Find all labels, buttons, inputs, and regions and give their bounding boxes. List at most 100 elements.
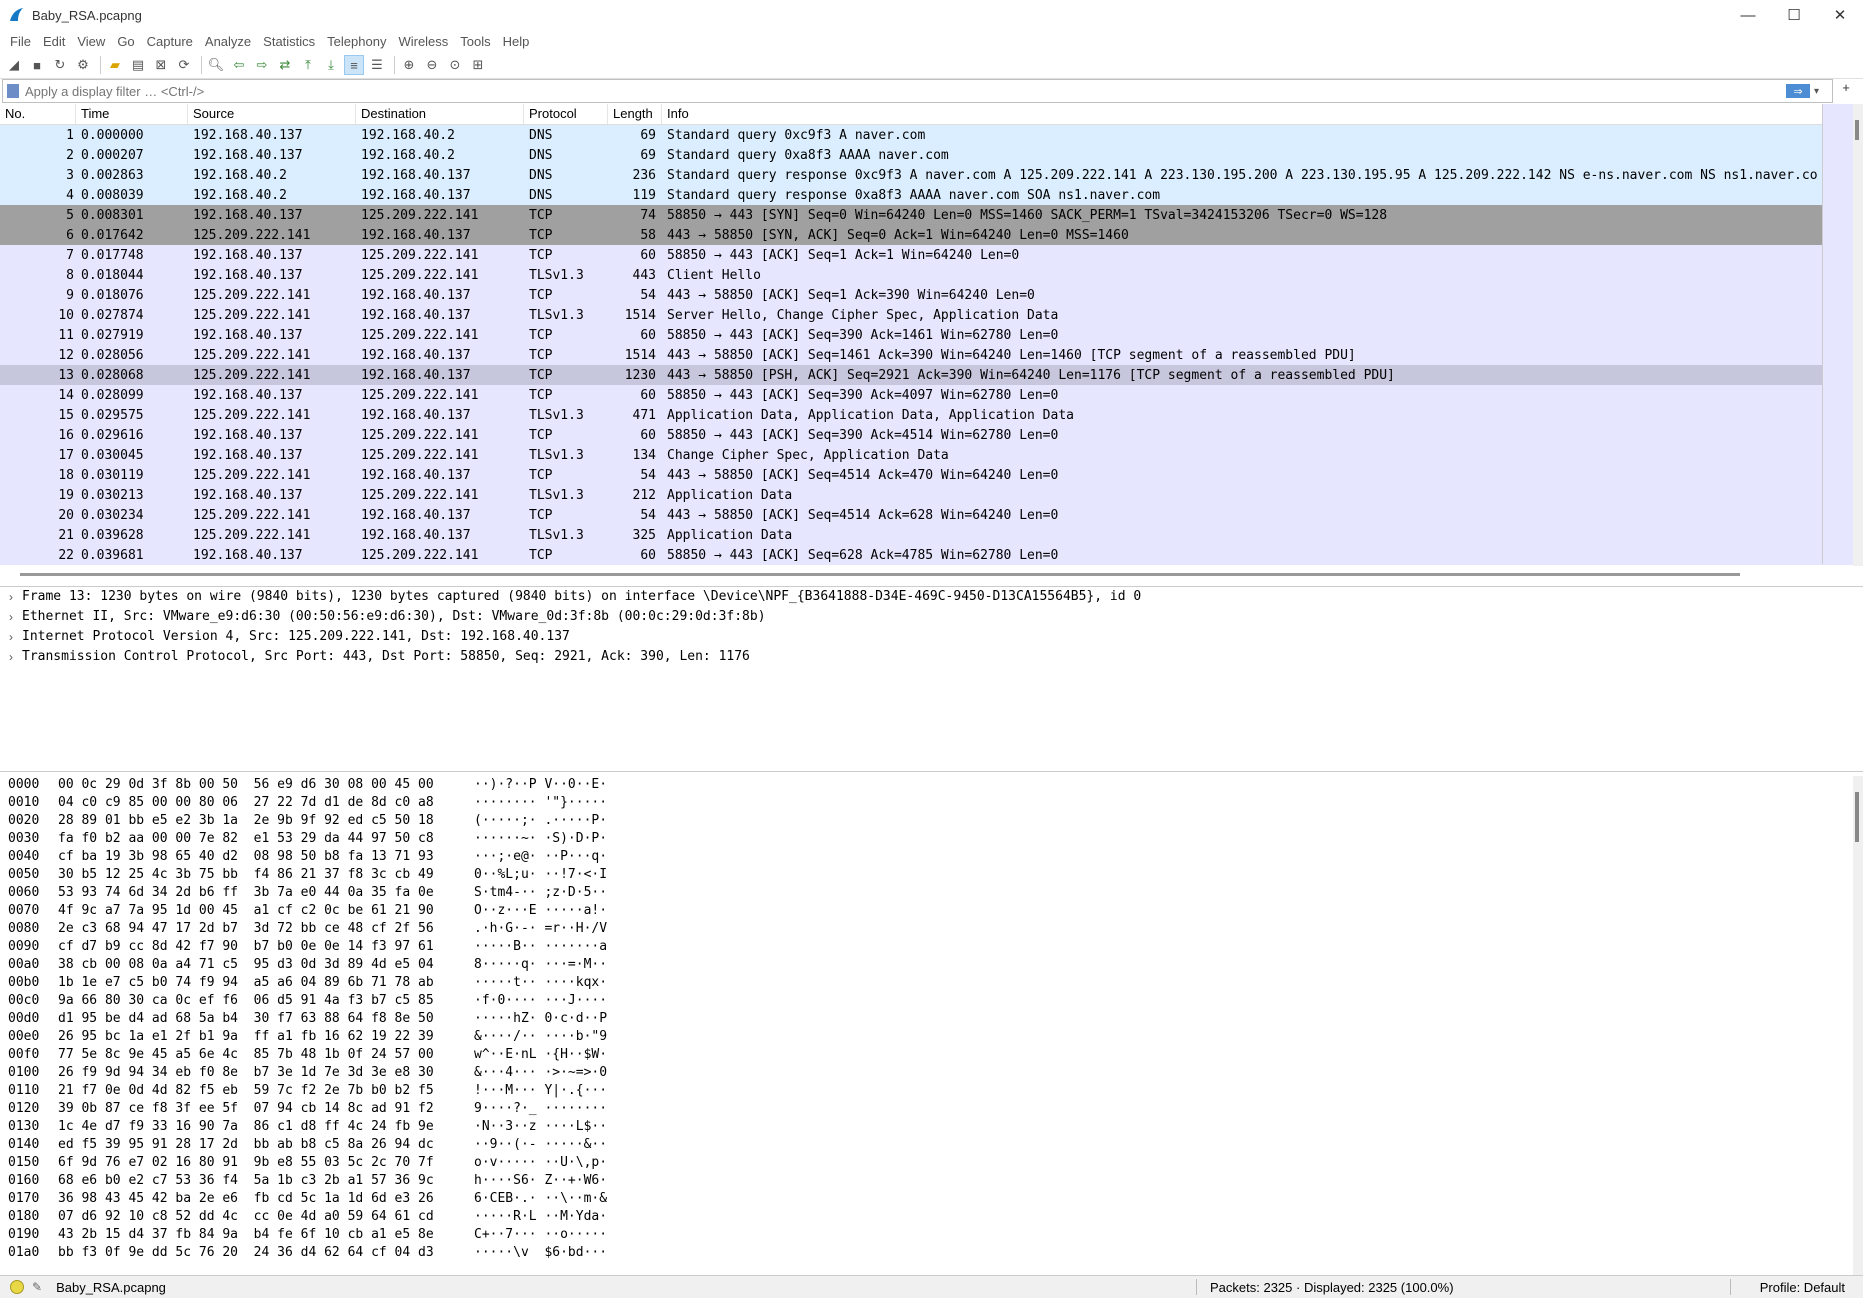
find-packet-icon[interactable]: 🔍︎ — [206, 55, 226, 75]
packet-list-scrollbar[interactable] — [1853, 104, 1863, 566]
detail-ethernet[interactable]: › Ethernet II, Src: VMware_e9:d6:30 (00:5… — [0, 607, 1863, 627]
menu-file[interactable]: File — [4, 34, 37, 49]
chevron-right-icon[interactable]: › — [0, 587, 22, 607]
column-header-source[interactable]: Source — [188, 104, 356, 124]
byte-row[interactable]: 0060 53 93 74 6d 34 2d b6 ff 3b 7a e0 44 … — [0, 884, 1863, 902]
byte-row[interactable]: 0100 26 f9 9d 94 34 eb f0 8e b7 3e 1d 7e … — [0, 1064, 1863, 1082]
byte-row[interactable]: 00c0 9a 66 80 30 ca 0c ef f6 06 d5 91 4a … — [0, 992, 1863, 1010]
detail-frame[interactable]: › Frame 13: 1230 bytes on wire (9840 bits… — [0, 587, 1863, 607]
zoom-normal-icon[interactable]: ⊙ — [445, 55, 465, 75]
byte-row[interactable]: 0120 39 0b 87 ce f8 3f ee 5f 07 94 cb 14 … — [0, 1100, 1863, 1118]
byte-row[interactable]: 00d0 d1 95 be d4 ad 68 5a b4 30 f7 63 88 … — [0, 1010, 1863, 1028]
packet-row[interactable]: 19 0.030213 192.168.40.137 125.209.222.141 T… — [0, 485, 1863, 505]
apply-filter-arrow-icon[interactable]: ⇒ — [1786, 84, 1810, 98]
go-forward-icon[interactable]: ⇨ — [252, 55, 272, 75]
packet-row[interactable]: 22 0.039681 192.168.40.137 125.209.222.141 T… — [0, 545, 1863, 565]
display-filter-input[interactable] — [23, 82, 1786, 100]
packet-row[interactable]: 6 0.017642 125.209.222.141 192.168.40.137 TC… — [0, 225, 1863, 245]
go-first-icon[interactable]: ⤒ — [298, 55, 318, 75]
detail-ip[interactable]: › Internet Protocol Version 4, Src: 125.2… — [0, 627, 1863, 647]
byte-row[interactable]: 0070 4f 9c a7 7a 95 1d 00 45 a1 cf c2 0c … — [0, 902, 1863, 920]
byte-row[interactable]: 00a0 38 cb 00 08 0a a4 71 c5 95 d3 0d 3d … — [0, 956, 1863, 974]
byte-row[interactable]: 0160 68 e6 b0 e2 c7 53 36 f4 5a 1b c3 2b … — [0, 1172, 1863, 1190]
packet-row[interactable]: 18 0.030119 125.209.222.141 192.168.40.137 T… — [0, 465, 1863, 485]
byte-row[interactable]: 0190 43 2b 15 d4 37 fb 84 9a b4 fe 6f 10 … — [0, 1226, 1863, 1244]
menu-go[interactable]: Go — [111, 34, 140, 49]
chevron-right-icon[interactable]: › — [0, 647, 22, 667]
zoom-out-icon[interactable]: ⊖ — [422, 55, 442, 75]
byte-row[interactable]: 0150 6f 9d 76 e7 02 16 80 91 9b e8 55 03 … — [0, 1154, 1863, 1172]
column-header-info[interactable]: Info — [662, 104, 1863, 124]
capture-comment-icon[interactable]: ✎ — [32, 1280, 42, 1294]
byte-row[interactable]: 0140 ed f5 39 95 91 28 17 2d bb ab b8 c5 … — [0, 1136, 1863, 1154]
byte-row[interactable]: 00f0 77 5e 8c 9e 45 a5 6e 4c 85 7b 48 1b … — [0, 1046, 1863, 1064]
byte-row[interactable]: 00b0 1b 1e e7 c5 b0 74 f9 94 a5 a6 04 89 … — [0, 974, 1863, 992]
byte-row[interactable]: 0080 2e c3 68 94 47 17 2d b7 3d 72 bb ce … — [0, 920, 1863, 938]
packet-row[interactable]: 11 0.027919 192.168.40.137 125.209.222.141 T… — [0, 325, 1863, 345]
column-header-protocol[interactable]: Protocol — [524, 104, 608, 124]
close-file-icon[interactable]: ⊠ — [151, 55, 171, 75]
autoscroll-icon[interactable]: ≡ — [344, 55, 364, 75]
column-header-destination[interactable]: Destination — [356, 104, 524, 124]
go-to-packet-icon[interactable]: ⇄ — [275, 55, 295, 75]
packet-row[interactable]: 4 0.008039 192.168.40.2 192.168.40.137 DNS 11… — [0, 185, 1863, 205]
capture-options-icon[interactable]: ⚙ — [73, 55, 93, 75]
packet-row[interactable]: 14 0.028099 192.168.40.137 125.209.222.141 T… — [0, 385, 1863, 405]
scrollbar-thumb[interactable] — [1855, 792, 1859, 842]
hscrollbar-thumb[interactable] — [20, 573, 1740, 576]
chevron-down-icon[interactable]: ▾ — [1814, 86, 1826, 97]
byte-row[interactable]: 0030 fa f0 b2 aa 00 00 7e 82 e1 53 29 da … — [0, 830, 1863, 848]
byte-row[interactable]: 0040 cf ba 19 3b 98 65 40 d2 08 98 50 b8 … — [0, 848, 1863, 866]
menu-wireless[interactable]: Wireless — [392, 34, 454, 49]
byte-row[interactable]: 0000 00 0c 29 0d 3f 8b 00 50 56 e9 d6 30 … — [0, 776, 1863, 794]
maximize-button[interactable]: ☐ — [1771, 0, 1817, 30]
column-header-length[interactable]: Length — [608, 104, 662, 124]
byte-row[interactable]: 0130 1c 4e d7 f9 33 16 90 7a 86 c1 d8 ff … — [0, 1118, 1863, 1136]
packet-row[interactable]: 20 0.030234 125.209.222.141 192.168.40.137 T… — [0, 505, 1863, 525]
start-capture-icon[interactable]: ◢ — [4, 55, 24, 75]
byte-row[interactable]: 0020 28 89 01 bb e5 e2 3b 1a 2e 9b 9f 92 … — [0, 812, 1863, 830]
packet-minimap[interactable] — [1822, 104, 1853, 564]
detail-tcp[interactable]: › Transmission Control Protocol, Src Port… — [0, 647, 1863, 667]
byte-row[interactable]: 0050 30 b5 12 25 4c 3b 75 bb f4 86 21 37 … — [0, 866, 1863, 884]
byte-row[interactable]: 0010 04 c0 c9 85 00 00 80 06 27 22 7d d1 … — [0, 794, 1863, 812]
byte-row[interactable]: 00e0 26 95 bc 1a e1 2f b1 9a ff a1 fb 16 … — [0, 1028, 1863, 1046]
packet-row[interactable]: 13 0.028068 125.209.222.141 192.168.40.137 T… — [0, 365, 1863, 385]
bytes-scrollbar[interactable] — [1853, 776, 1863, 1276]
status-profile[interactable]: Profile: Default — [1760, 1280, 1845, 1295]
add-filter-button-icon[interactable]: + — [1836, 80, 1856, 95]
save-file-icon[interactable]: ▤ — [128, 55, 148, 75]
packet-row[interactable]: 8 0.018044 192.168.40.137 125.209.222.141 TL… — [0, 265, 1863, 285]
packet-row[interactable]: 21 0.039628 125.209.222.141 192.168.40.137 T… — [0, 525, 1863, 545]
zoom-in-icon[interactable]: ⊕ — [399, 55, 419, 75]
scrollbar-thumb[interactable] — [1855, 120, 1859, 140]
column-header-no[interactable]: No. — [0, 104, 76, 124]
byte-row[interactable]: 0090 cf d7 b9 cc 8d 42 f7 90 b7 b0 0e 0e … — [0, 938, 1863, 956]
chevron-right-icon[interactable]: › — [0, 627, 22, 647]
packet-row[interactable]: 2 0.000207 192.168.40.137 192.168.40.2 DNS 69… — [0, 145, 1863, 165]
menu-help[interactable]: Help — [497, 34, 536, 49]
byte-row[interactable]: 01a0 bb f3 0f 9e dd 5c 76 20 24 36 d4 62 … — [0, 1244, 1863, 1262]
packet-list-hscrollbar[interactable] — [0, 570, 1863, 580]
packet-row[interactable]: 17 0.030045 192.168.40.137 125.209.222.141 T… — [0, 445, 1863, 465]
menu-capture[interactable]: Capture — [141, 34, 199, 49]
reload-file-icon[interactable]: ⟳ — [174, 55, 194, 75]
byte-row[interactable]: 0170 36 98 43 45 42 ba 2e e6 fb cd 5c 1a … — [0, 1190, 1863, 1208]
open-file-icon[interactable]: ▰ — [105, 55, 125, 75]
byte-row[interactable]: 0180 07 d6 92 10 c8 52 dd 4c cc 0e 4d a0 … — [0, 1208, 1863, 1226]
byte-row[interactable]: 0110 21 f7 0e 0d 4d 82 f5 eb 59 7c f2 2e … — [0, 1082, 1863, 1100]
packet-row[interactable]: 3 0.002863 192.168.40.2 192.168.40.137 DNS 23… — [0, 165, 1863, 185]
packet-row[interactable]: 7 0.017748 192.168.40.137 125.209.222.141 TC… — [0, 245, 1863, 265]
packet-row[interactable]: 5 0.008301 192.168.40.137 125.209.222.141 TC… — [0, 205, 1863, 225]
packet-row[interactable]: 15 0.029575 125.209.222.141 192.168.40.137 T… — [0, 405, 1863, 425]
expert-info-icon[interactable] — [10, 1280, 24, 1294]
packet-row[interactable]: 10 0.027874 125.209.222.141 192.168.40.137 T… — [0, 305, 1863, 325]
close-button[interactable]: ✕ — [1817, 0, 1863, 30]
menu-telephony[interactable]: Telephony — [321, 34, 392, 49]
chevron-right-icon[interactable]: › — [0, 607, 22, 627]
packet-row[interactable]: 12 0.028056 125.209.222.141 192.168.40.137 T… — [0, 345, 1863, 365]
minimize-button[interactable]: — — [1725, 0, 1771, 30]
bookmark-icon[interactable] — [7, 84, 19, 98]
packet-row[interactable]: 1 0.000000 192.168.40.137 192.168.40.2 DNS 69… — [0, 125, 1863, 145]
menu-analyze[interactable]: Analyze — [199, 34, 257, 49]
